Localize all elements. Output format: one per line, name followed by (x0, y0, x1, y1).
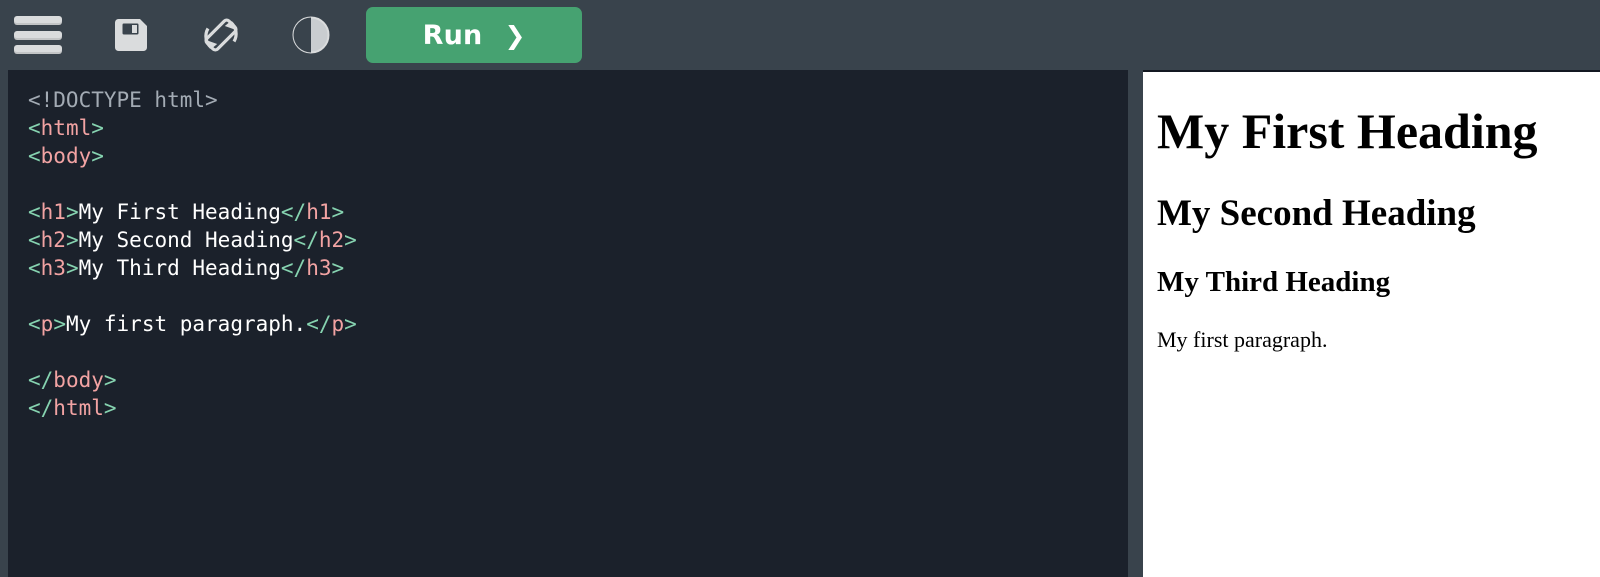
code-playground-app: Run ❯ <!DOCTYPE html> <html> <body> <h1>… (0, 0, 1600, 577)
rendered-html-document: My First Heading My Second Heading My Th… (1143, 103, 1600, 353)
contrast-theme-button[interactable] (274, 0, 348, 70)
preview-heading-3: My Third Heading (1157, 266, 1391, 299)
save-button[interactable] (94, 0, 168, 70)
code-editor-text[interactable]: <!DOCTYPE html> <html> <body> <h1>My Fir… (8, 70, 1128, 422)
screen-rotation-button[interactable] (184, 0, 258, 70)
hamburger-menu-button[interactable] (0, 0, 76, 70)
floppy-disk-save-icon (110, 14, 152, 56)
screen-rotation-icon (198, 12, 244, 58)
preview-heading-1: My First Heading (1157, 103, 1538, 159)
run-button[interactable]: Run ❯ (366, 7, 582, 63)
toolbar: Run ❯ (0, 0, 1600, 70)
preview-paragraph: My first paragraph. (1157, 326, 1328, 352)
hamburger-bar-3 (14, 45, 62, 54)
code-editor-pane[interactable]: <!DOCTYPE html> <html> <body> <h1>My Fir… (8, 70, 1128, 577)
preview-heading-2: My Second Heading (1157, 193, 1476, 234)
preview-pane: My First Heading My Second Heading My Th… (1143, 70, 1600, 577)
hamburger-bar-1 (14, 16, 62, 25)
hamburger-bar-2 (14, 30, 62, 40)
hamburger-menu-icon (14, 16, 62, 54)
contrast-theme-icon (289, 13, 333, 57)
chevron-right-icon: ❯ (504, 20, 526, 50)
run-button-label: Run (422, 19, 483, 51)
